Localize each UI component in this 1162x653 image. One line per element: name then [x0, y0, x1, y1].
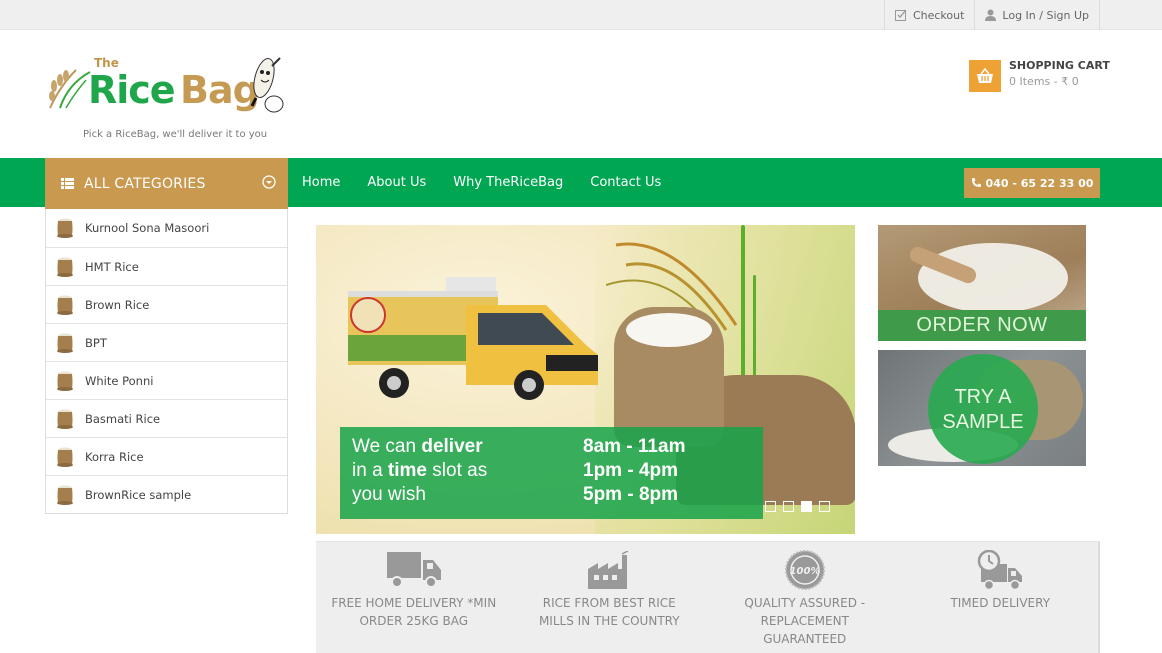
truck-icon [386, 552, 441, 588]
category-item[interactable]: Korra Rice [46, 437, 287, 475]
category-item[interactable]: Brown Rice [46, 285, 287, 323]
category-item[interactable]: Basmati Rice [46, 399, 287, 437]
site-logo[interactable]: The Rice Bag [46, 54, 286, 120]
feature-text-line: QUALITY ASSURED - [744, 596, 866, 610]
rice-pile-image [918, 243, 1068, 313]
user-icon [985, 9, 997, 21]
category-label: White Ponni [85, 373, 154, 388]
phone-number: 040 - 65 22 33 00 [985, 176, 1094, 190]
checkout-link[interactable]: Checkout [883, 0, 974, 30]
phone-button[interactable]: 040 - 65 22 33 00 [964, 168, 1100, 198]
category-label: BrownRice sample [85, 487, 192, 502]
feature-quality-assured: 100% QUALITY ASSURED - REPLACEMENT GUARA… [707, 542, 903, 653]
delivery-truck-image [348, 277, 598, 400]
category-label: Kurnool Sona Masoori [85, 221, 210, 235]
feature-best-mills: RICE FROM BEST RICE MILLS IN THE COUNTRY [512, 542, 708, 653]
checkbox-icon [894, 9, 907, 21]
cart-summary: 0 Items - ₹ 0 [1009, 75, 1079, 88]
nav-why-thericebag[interactable]: Why TheRiceBag [453, 175, 563, 190]
rice-sack-icon [57, 295, 73, 315]
rice-mascot-icon [250, 57, 284, 113]
login-signup-link[interactable]: Log In / Sign Up [974, 0, 1100, 30]
svg-text:100%: 100% [789, 566, 820, 577]
try-sample-line-2: SAMPLE [942, 411, 1024, 433]
features-strip: FREE HOME DELIVERY *MIN ORDER 25KG BAG R… [316, 541, 1100, 653]
timed-delivery-icon [978, 550, 1023, 590]
category-list: Kurnool Sona Masoori HMT Rice Brown Rice… [45, 209, 288, 514]
slider-dot-3[interactable] [801, 501, 812, 512]
slider-dot-2[interactable] [783, 501, 794, 512]
feature-text-line: FREE HOME DELIVERY *MIN [331, 596, 497, 610]
banner-line-3: you wish [352, 484, 426, 505]
phone-icon [971, 178, 981, 187]
nav-about-us[interactable]: About Us [367, 175, 426, 190]
shopping-cart[interactable]: SHOPPING CART 0 Items - ₹ 0 [969, 59, 1110, 92]
quality-badge-icon: 100% [784, 550, 825, 590]
category-item[interactable]: Kurnool Sona Masoori [46, 209, 287, 247]
cart-icon-box [969, 60, 1001, 92]
category-label: BPT [85, 335, 107, 350]
top-links: Checkout Log In / Sign Up [883, 0, 1100, 30]
rice-sack-icon [57, 485, 73, 505]
category-item[interactable]: BPT [46, 323, 287, 361]
rice-sack-icon [57, 333, 73, 353]
feature-text-line: GUARANTEED [763, 632, 847, 646]
category-label: HMT Rice [85, 259, 139, 274]
nav-contact-us[interactable]: Contact Us [590, 175, 661, 190]
checkout-label: Checkout [912, 8, 965, 22]
delivery-slot-banner: We can deliver in a time slot as you wis… [340, 427, 763, 519]
nav-links: Home About Us Why TheRiceBag Contact Us [302, 158, 688, 207]
time-slot: 5pm - 8pm [583, 484, 679, 505]
category-item[interactable]: BrownRice sample [46, 475, 287, 513]
logo-rice: Rice [88, 68, 176, 112]
banner-line-2: in a time slot as [352, 460, 488, 481]
rice-sack-icon [57, 447, 73, 467]
banner-line-1: We can deliver [352, 436, 483, 457]
feature-timed-delivery: TIMED DELIVERY [903, 542, 1099, 653]
order-now-banner[interactable]: ORDER NOW [878, 225, 1086, 341]
try-sample-banner[interactable]: TRY A SAMPLE [878, 350, 1086, 466]
order-now-label: ORDER NOW [878, 310, 1086, 341]
category-label: Brown Rice [85, 297, 150, 312]
feature-free-delivery: FREE HOME DELIVERY *MIN ORDER 25KG BAG [316, 542, 512, 653]
slider-dot-4[interactable] [819, 501, 830, 512]
rice-sack-image [614, 307, 724, 447]
tagline: Pick a RiceBag, we'll deliver it to you [83, 129, 268, 140]
category-item[interactable]: HMT Rice [46, 247, 287, 285]
rice-sack-icon [57, 218, 73, 238]
category-item[interactable]: White Ponni [46, 361, 287, 399]
feature-text-line: TIMED DELIVERY [950, 596, 1051, 610]
cart-title: SHOPPING CART [1009, 59, 1110, 72]
try-sample-line-1: TRY A [954, 386, 1012, 408]
rice-sack-icon [57, 371, 73, 391]
login-label: Log In / Sign Up [1002, 8, 1089, 22]
hero-slider[interactable]: We can deliver in a time slot as you wis… [316, 225, 855, 534]
category-label: Korra Rice [85, 449, 144, 464]
top-bar: Checkout Log In / Sign Up [0, 0, 1162, 30]
feature-text-line: ORDER 25KG BAG [359, 614, 469, 628]
rice-sack-icon [57, 409, 73, 429]
all-categories-label: ALL CATEGORIES [84, 175, 206, 192]
category-label: Basmati Rice [85, 411, 161, 426]
list-icon [61, 178, 74, 189]
nav-home[interactable]: Home [302, 175, 340, 190]
slider-pagination [765, 501, 837, 512]
rice-sack-icon [57, 257, 73, 277]
all-categories-toggle[interactable]: ALL CATEGORIES [45, 158, 288, 209]
try-sample-badge: TRY A SAMPLE [928, 354, 1038, 464]
basket-icon [977, 68, 993, 83]
feature-text-line: MILLS IN THE COUNTRY [538, 614, 680, 628]
time-slot: 1pm - 4pm [583, 460, 679, 481]
slider-dot-1[interactable] [765, 501, 776, 512]
factory-icon [588, 551, 629, 589]
feature-text-line: RICE FROM BEST RICE [542, 596, 676, 610]
time-slot: 8am - 11am [583, 436, 686, 457]
feature-text-line: REPLACEMENT [760, 614, 849, 628]
chevron-down-circle-icon [262, 175, 276, 189]
